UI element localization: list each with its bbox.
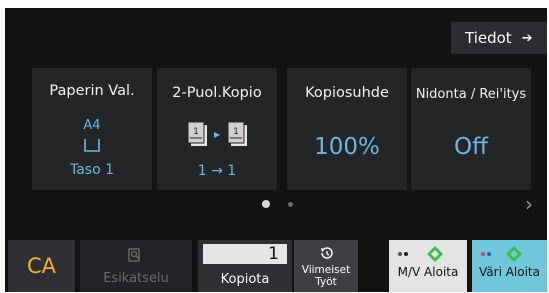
duplex-copy-card[interactable]: 2-Puol.Kopio 1 1 1 → 1 bbox=[157, 68, 277, 190]
color-indicator-icon bbox=[481, 252, 491, 256]
paper-size-value: A4 bbox=[83, 118, 101, 133]
info-button[interactable]: Tiedot ➔ bbox=[451, 22, 547, 54]
start-diamond-icon bbox=[427, 246, 443, 262]
bw-start-label: M/V Aloita bbox=[397, 265, 459, 279]
copies-input[interactable]: 1 bbox=[203, 244, 287, 264]
info-button-label: Tiedot bbox=[465, 29, 512, 47]
copy-ratio-card[interactable]: Kopiosuhde 100% bbox=[287, 68, 407, 190]
duplex-copy-icon: 1 1 bbox=[187, 121, 247, 146]
clear-all-button[interactable]: CA bbox=[8, 240, 75, 292]
duplex-copy-title: 2-Puol.Kopio bbox=[172, 85, 262, 101]
svg-text:1: 1 bbox=[233, 127, 239, 137]
copies-control[interactable]: 1 Kopiota bbox=[198, 240, 292, 292]
paper-tray-value: Taso 1 bbox=[69, 162, 115, 178]
page-indicator-inactive[interactable] bbox=[288, 202, 293, 207]
recent-jobs-button[interactable]: Viimeiset Työt bbox=[294, 240, 358, 292]
svg-text:1: 1 bbox=[193, 127, 199, 137]
bw-start-button[interactable]: M/V Aloita bbox=[389, 240, 467, 292]
recent-jobs-label: Viimeiset Työt bbox=[301, 264, 351, 288]
staple-punch-title: Nidonta / Rei'itys bbox=[415, 87, 527, 102]
preview-icon bbox=[128, 248, 140, 262]
staple-punch-value: Off bbox=[454, 134, 488, 160]
copies-label: Kopiota bbox=[220, 272, 270, 287]
color-start-label: Väri Aloita bbox=[479, 265, 540, 279]
arrow-right-icon: ➔ bbox=[521, 30, 533, 46]
preview-label: Esikatselu bbox=[103, 271, 169, 286]
bw-indicator-icon bbox=[398, 252, 408, 256]
duplex-mode-value: 1 → 1 bbox=[197, 163, 237, 179]
history-icon bbox=[321, 247, 333, 259]
paper-tray-icon bbox=[84, 139, 100, 152]
copy-ratio-title: Kopiosuhde bbox=[305, 85, 389, 101]
staple-punch-card[interactable]: Nidonta / Rei'itys Off bbox=[411, 68, 531, 190]
copy-screen: Tiedot ➔ Paperin Val. A4 Taso 1 2-Puol.K… bbox=[5, 8, 547, 292]
paper-select-title: Paperin Val. bbox=[49, 83, 135, 99]
preview-button[interactable]: Esikatselu bbox=[80, 240, 192, 292]
page-indicator-active[interactable] bbox=[262, 200, 270, 208]
next-page-icon[interactable]: › bbox=[517, 190, 541, 218]
copy-ratio-value: 100% bbox=[314, 134, 380, 160]
color-start-button[interactable]: Väri Aloita bbox=[472, 240, 547, 292]
start-diamond-icon bbox=[506, 246, 522, 262]
paper-select-card[interactable]: Paperin Val. A4 Taso 1 bbox=[32, 68, 152, 190]
